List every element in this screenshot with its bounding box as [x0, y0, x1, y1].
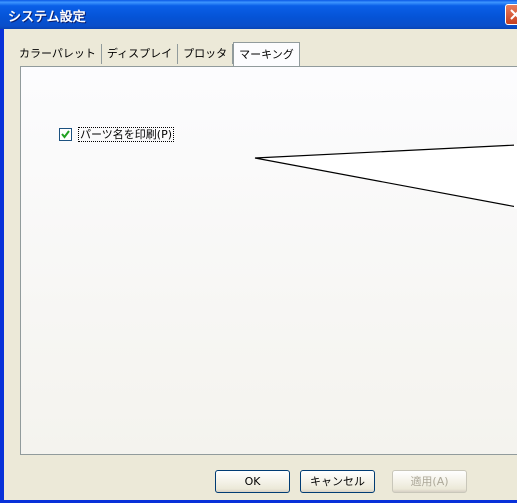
callout-pointer — [254, 144, 517, 209]
